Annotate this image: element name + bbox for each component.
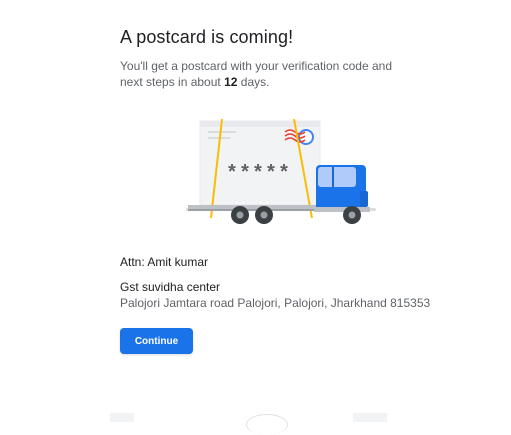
wheel (255, 206, 273, 224)
business-name: Gst suvidha center (120, 280, 221, 294)
wheel (343, 206, 361, 224)
postcard-truck-illustration: ***** (186, 118, 376, 224)
description: You'll get a postcard with your verifica… (120, 58, 410, 90)
days-count: 12 (224, 75, 238, 89)
wheel (231, 206, 249, 224)
truck-bed-shade (188, 209, 318, 211)
postcard-line (208, 131, 236, 133)
footer-arc (246, 414, 288, 435)
page-title: A postcard is coming! (120, 27, 294, 47)
continue-button[interactable]: Continue (120, 328, 193, 354)
attn-line: Attn: Amit kumar (120, 255, 209, 269)
footer-panel-left (110, 413, 134, 422)
truck-cab (314, 165, 370, 212)
postcard-shade (200, 121, 320, 127)
description-end: days. (237, 75, 270, 89)
verification-code-mask: ***** (226, 163, 291, 186)
footer-panel-right (353, 413, 387, 422)
business-address: Palojori Jamtara road Palojori, Palojori… (120, 296, 431, 310)
